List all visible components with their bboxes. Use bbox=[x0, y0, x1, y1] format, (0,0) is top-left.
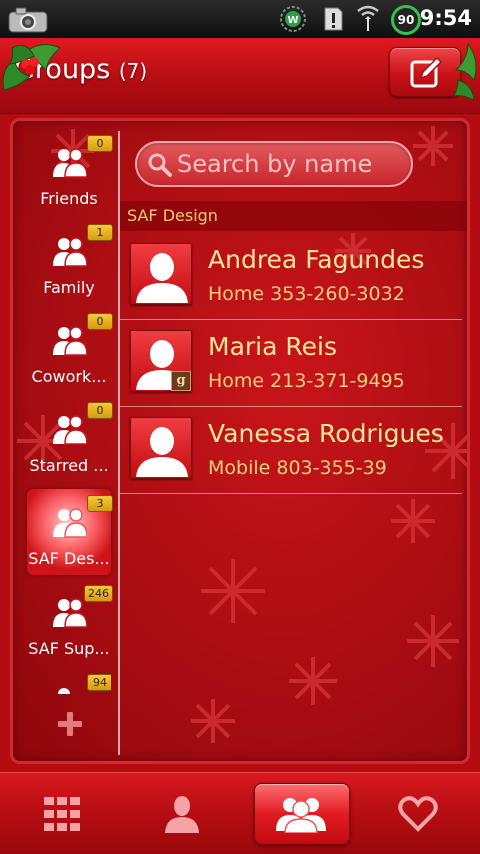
group-item-coworkers[interactable]: 0 Cowork... bbox=[27, 307, 113, 393]
group-label: Friends bbox=[40, 189, 98, 208]
contact-row[interactable]: Vanessa Rodrigues Mobile 803-355-39 bbox=[120, 407, 462, 494]
contact-name: Vanessa Rodrigues bbox=[208, 419, 444, 448]
contact-icon bbox=[165, 796, 199, 833]
holly-decoration-icon bbox=[453, 42, 477, 101]
group-label: Cowork... bbox=[31, 367, 107, 386]
group-label: Family bbox=[43, 278, 95, 297]
groups-panel: 0 Friends 1 Family 0 Cowork... 0 Starred… bbox=[10, 118, 470, 764]
group-item-starred[interactable]: 0 Starred ... bbox=[27, 396, 113, 482]
group-count-badge: 246 bbox=[84, 585, 113, 602]
signal-icon bbox=[357, 5, 379, 31]
group-item-friends[interactable]: 0 Friends bbox=[27, 129, 113, 215]
avatar bbox=[130, 417, 192, 479]
group-people-icon bbox=[53, 508, 87, 538]
holly-decoration-icon bbox=[2, 44, 61, 91]
section-header: SAF Design bbox=[120, 201, 467, 231]
group-people-icon bbox=[53, 415, 87, 445]
group-label: SAF Des... bbox=[28, 549, 110, 568]
group-item-saf-design[interactable]: 3 SAF Des... bbox=[27, 489, 113, 575]
contact-phone: Mobile 803-355-39 bbox=[208, 457, 387, 479]
groups-icon bbox=[276, 798, 326, 833]
dialpad-icon bbox=[44, 797, 80, 831]
group-people-icon bbox=[58, 688, 70, 694]
person-silhouette-icon bbox=[136, 253, 188, 303]
avatar bbox=[130, 243, 192, 305]
svg-text:W: W bbox=[287, 15, 298, 26]
favorites-heart-icon bbox=[398, 796, 438, 832]
group-count-badge: 3 bbox=[87, 495, 113, 512]
header-bar: Groups (7) bbox=[0, 38, 480, 114]
alert-icon bbox=[324, 7, 343, 31]
contact-name: Andrea Fagundes bbox=[208, 245, 425, 274]
contact-name: Maria Reis bbox=[208, 332, 337, 361]
group-count-badge: 1 bbox=[87, 224, 113, 241]
battery-icon: 90 bbox=[391, 5, 421, 35]
clock: 9:54 bbox=[419, 6, 472, 30]
google-account-icon: g bbox=[171, 371, 191, 391]
group-count: (7) bbox=[118, 59, 148, 83]
contact-phone: Home 353-260-3032 bbox=[208, 283, 405, 305]
group-item-family[interactable]: 1 Family bbox=[27, 218, 113, 304]
group-count-badge: 94 bbox=[87, 674, 111, 691]
person-silhouette-icon bbox=[136, 427, 188, 477]
group-people-icon bbox=[53, 598, 87, 628]
search-box[interactable] bbox=[135, 141, 413, 187]
group-item-partial[interactable]: 94 bbox=[27, 668, 111, 694]
group-people-icon bbox=[53, 326, 87, 356]
contact-row[interactable]: Andrea Fagundes Home 353-260-3032 bbox=[120, 233, 462, 320]
group-item-saf-support[interactable]: 246 SAF Sup... bbox=[27, 579, 113, 665]
search-input[interactable] bbox=[177, 149, 407, 179]
tab-groups[interactable] bbox=[254, 783, 350, 845]
tab-favorites[interactable] bbox=[370, 783, 466, 845]
contact-phone: Home 213-371-9495 bbox=[208, 370, 405, 392]
avatar: g bbox=[130, 330, 192, 392]
widget-w-icon: W bbox=[280, 6, 306, 32]
group-people-icon bbox=[53, 237, 87, 267]
group-people-icon bbox=[53, 148, 87, 178]
bottom-tab-bar bbox=[0, 772, 480, 854]
tab-dialpad[interactable] bbox=[14, 783, 110, 845]
contact-row[interactable]: g Maria Reis Home 213-371-9495 bbox=[120, 320, 462, 407]
group-label: Starred ... bbox=[29, 456, 109, 475]
camera-icon bbox=[8, 7, 48, 33]
add-group-icon[interactable] bbox=[57, 711, 83, 737]
group-count-badge: 0 bbox=[87, 135, 113, 152]
search-icon bbox=[148, 153, 172, 177]
group-label: SAF Sup... bbox=[28, 639, 110, 658]
status-bar: W 90 9:54 bbox=[0, 0, 480, 38]
tab-contacts[interactable] bbox=[134, 783, 230, 845]
group-count-badge: 0 bbox=[87, 313, 113, 330]
group-count-badge: 0 bbox=[87, 402, 113, 419]
